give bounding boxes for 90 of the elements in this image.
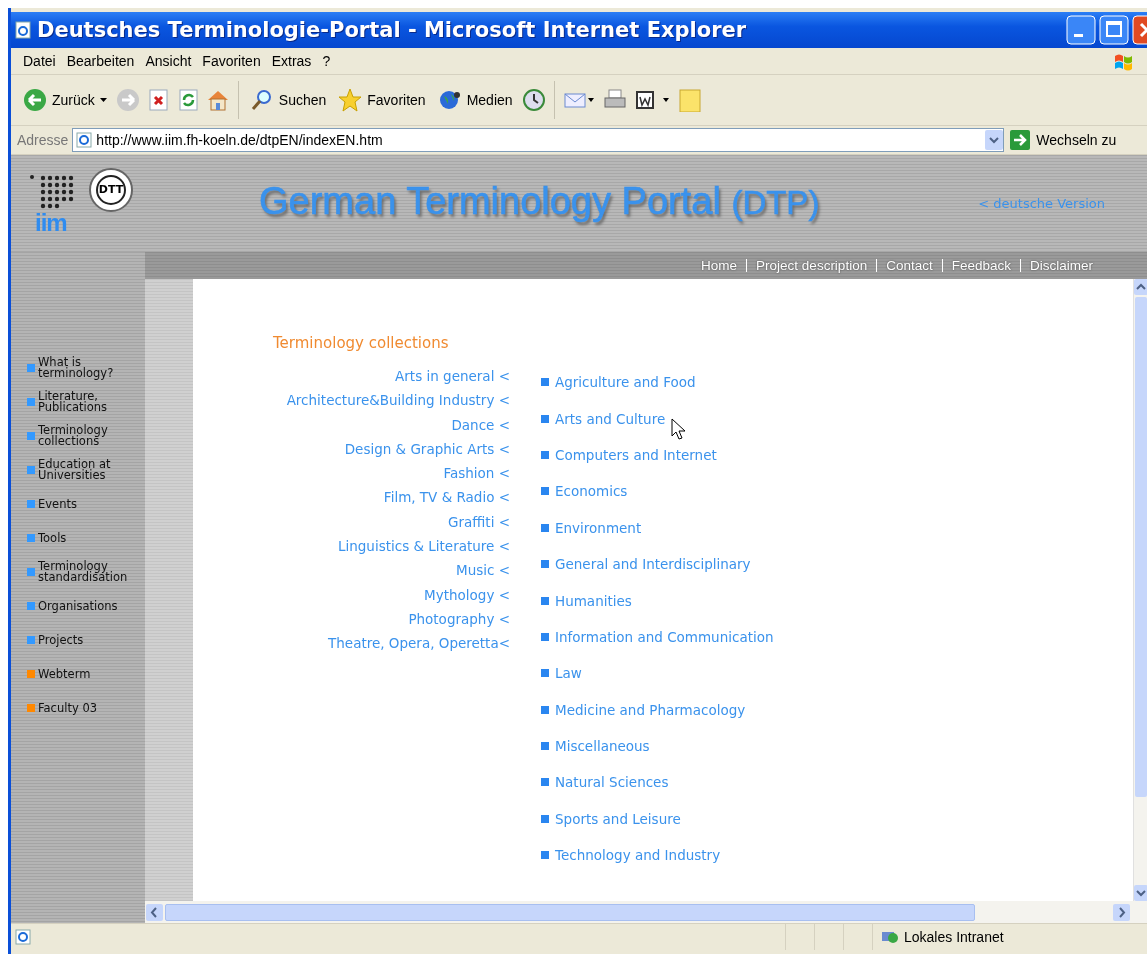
subject-link[interactable]: Natural Sciences xyxy=(555,774,669,791)
seal-logo: DTT xyxy=(89,167,133,212)
collection-link[interactable]: Linguistics & Literature < xyxy=(337,534,510,559)
sidebar-link[interactable]: Projects xyxy=(38,634,138,646)
media-button[interactable]: Medien xyxy=(434,86,516,114)
menu-item[interactable]: Ansicht xyxy=(142,53,200,69)
scroll-up-icon[interactable] xyxy=(1134,279,1147,295)
subject-link[interactable]: Sports and Leisure xyxy=(555,810,681,827)
sidebar-link[interactable]: Organisations xyxy=(38,600,138,612)
bullet-square xyxy=(541,596,549,605)
scroll-right-icon[interactable] xyxy=(1113,903,1130,921)
menu-item[interactable]: Bearbeiten xyxy=(63,53,143,69)
bullet-square xyxy=(541,778,549,787)
bullet-square xyxy=(541,487,549,496)
nav-link[interactable]: Home xyxy=(692,259,747,272)
subject-link[interactable]: Computers and Internet xyxy=(555,446,717,463)
sidebar-link[interactable]: Events xyxy=(38,498,138,510)
favorites-button[interactable]: Favoriten xyxy=(335,86,429,114)
go-arrow-icon[interactable] xyxy=(1010,130,1031,150)
logo-text: iim xyxy=(35,211,67,234)
subject-link[interactable]: Environment xyxy=(555,519,642,536)
address-field[interactable]: http://www.iim.fh-koeln.de/dtpEN/indexEN.htm xyxy=(72,128,1005,152)
collection-link[interactable]: Design & Graphic Arts < xyxy=(344,436,510,462)
bullet-square xyxy=(541,378,549,387)
subject-link[interactable]: Medicine and Pharmacology xyxy=(555,701,746,718)
collection-link[interactable]: Theatre, Opera, Operetta< xyxy=(328,631,510,656)
collection-link[interactable]: Mythology < xyxy=(424,582,510,607)
subject-link[interactable]: Economics xyxy=(555,483,628,500)
search-button[interactable]: Suchen xyxy=(246,86,330,114)
sidebar-link[interactable]: Faculty 03 xyxy=(38,702,138,714)
back-button[interactable]: Zurück xyxy=(20,86,110,114)
nav-link[interactable]: Project description xyxy=(746,259,877,272)
subject-link[interactable]: Arts and Culture xyxy=(555,410,666,427)
menu-item[interactable]: Datei xyxy=(20,53,64,69)
bullet-square xyxy=(541,814,549,823)
bullet-square xyxy=(541,450,549,459)
bullet-square xyxy=(541,523,549,532)
sidebar-link[interactable]: Webterm xyxy=(38,668,138,680)
scroll-down-icon[interactable] xyxy=(1134,885,1147,901)
bullet-square xyxy=(541,742,549,751)
bullet-square xyxy=(541,632,549,641)
collection-link[interactable]: Photography < xyxy=(408,606,510,632)
status-zone: Lokales Intranet xyxy=(904,929,1004,945)
menu-item[interactable]: Extras xyxy=(268,53,320,69)
ie-page-icon xyxy=(15,21,31,39)
sidebar-link[interactable]: What is terminology? xyxy=(38,357,138,379)
subject-link[interactable]: Technology and Industry xyxy=(555,847,721,864)
collection-link[interactable]: Arts in general < xyxy=(395,364,510,389)
subject-link[interactable]: General and Interdisciplinary xyxy=(555,556,751,573)
address-label: Adresse xyxy=(17,132,69,148)
bullet-square xyxy=(541,851,549,860)
clock-icon[interactable] xyxy=(521,88,546,112)
star-icon[interactable] xyxy=(338,88,363,112)
search-icon[interactable] xyxy=(249,88,274,112)
subject-link[interactable]: Law xyxy=(555,665,582,682)
go-button[interactable]: Wechseln zu xyxy=(1008,130,1119,150)
sidebar-link[interactable]: Education at Universities xyxy=(38,459,138,481)
subject-link[interactable]: Information and Communication xyxy=(555,628,774,645)
menu-item[interactable]: ? xyxy=(319,53,339,69)
ie-page-icon xyxy=(76,132,93,148)
maximize-icon[interactable] xyxy=(1099,15,1129,45)
dropdown-caret-icon[interactable] xyxy=(99,98,107,102)
bullet-square xyxy=(541,669,549,678)
bullet-square xyxy=(541,414,549,423)
collection-link[interactable]: Film, TV & Radio < xyxy=(383,485,510,510)
ie-page-icon xyxy=(15,929,31,945)
bullet-square xyxy=(541,705,549,714)
section-heading: Terminology collections xyxy=(273,334,450,352)
window-title: Deutsches Terminologie-Portal - Microsoft Internet Explorer xyxy=(37,18,747,42)
mouse-pointer-icon xyxy=(671,418,685,440)
minimize-icon[interactable] xyxy=(1066,15,1096,45)
collection-link[interactable]: Music < xyxy=(456,558,510,583)
collection-link[interactable]: Graffiti < xyxy=(448,509,510,535)
nav-link[interactable]: Contact xyxy=(876,259,942,272)
site-title: German Terminology Portal (DTP) xyxy=(259,180,820,224)
subject-link[interactable]: Agriculture and Food xyxy=(555,374,696,391)
scroll-left-icon[interactable] xyxy=(146,903,163,921)
nav-link[interactable]: Disclaimer xyxy=(1020,259,1093,272)
collection-link[interactable]: Architecture&Building Industry < xyxy=(286,388,510,413)
nav-link[interactable]: Feedback xyxy=(941,259,1020,272)
subject-link[interactable]: Miscellaneous xyxy=(555,738,650,755)
sidebar-link[interactable]: Literature, Publications xyxy=(38,391,138,413)
menu-item[interactable]: Favoriten xyxy=(199,53,269,69)
sidebar-link[interactable]: Tools xyxy=(38,532,138,544)
bullet-square xyxy=(541,560,549,569)
collection-link[interactable]: Dance < xyxy=(451,412,510,437)
sidebar-link[interactable]: Terminology standardisation xyxy=(38,561,138,583)
sidebar-link[interactable]: Terminology collections xyxy=(38,425,138,447)
subject-link[interactable]: Humanities xyxy=(555,592,632,609)
collection-link[interactable]: Fashion < xyxy=(443,461,510,486)
